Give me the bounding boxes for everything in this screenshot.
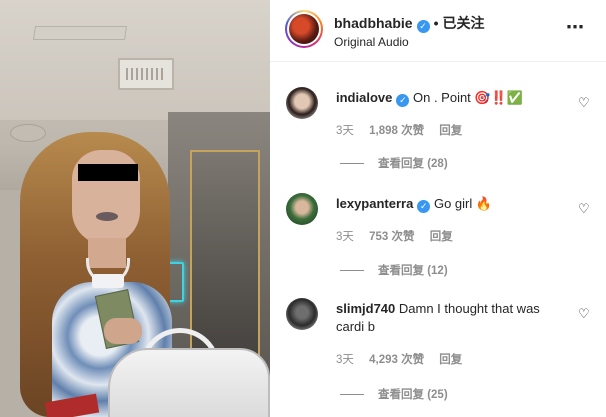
verified-badge-icon: ✓ <box>396 94 410 107</box>
comment-text: indialove ✓ On . Point 🎯‼️✅ <box>336 89 568 107</box>
media-air-vent <box>118 58 174 90</box>
separator-dot: • <box>433 15 439 31</box>
follow-button[interactable]: 已关注 <box>442 15 484 31</box>
reply-button[interactable]: 回复 <box>439 354 462 366</box>
view-replies-label: 查看回复 (12) <box>378 265 448 277</box>
comment-meta: 3天 753 次赞 回复 <box>336 228 465 244</box>
view-replies-button[interactable]: 查看回复 (28) <box>340 155 448 171</box>
comment-avatar[interactable] <box>286 298 318 330</box>
comment-username[interactable]: slimjd740 <box>336 301 395 316</box>
comment-body: Go girl 🔥 <box>433 196 493 211</box>
verified-badge-icon: ✓ <box>416 20 430 33</box>
post-header: bhadbhabie ✓ • 已关注 Original Audio ⋯ <box>270 0 606 62</box>
view-replies-button[interactable]: 查看回复 (12) <box>340 262 448 278</box>
replies-divider-line <box>340 394 364 396</box>
author-avatar-image <box>289 14 319 44</box>
media-pendant <box>92 274 124 288</box>
comment-body: On . Point 🎯‼️✅ <box>412 90 523 105</box>
like-heart-icon[interactable]: ♡ <box>578 202 592 216</box>
comment-likes[interactable]: 4,293 次赞 <box>369 354 424 366</box>
verified-badge-icon: ✓ <box>417 200 431 213</box>
comment-text: slimjd740 Damn I thought that was cardi … <box>336 300 568 336</box>
view-replies-label: 查看回复 (25) <box>378 389 448 401</box>
media-smoke-detector <box>10 124 46 142</box>
media-hand <box>104 318 142 344</box>
audio-label[interactable]: Original Audio <box>334 35 409 49</box>
media-light-fixture <box>33 26 127 40</box>
post-panel: bhadbhabie ✓ • 已关注 Original Audio ⋯ indialo… <box>270 0 606 417</box>
comment-text: lexypanterra ✓ Go girl 🔥 <box>336 195 568 213</box>
comment-likes[interactable]: 1,898 次赞 <box>369 125 424 137</box>
comment-time[interactable]: 3天 <box>336 125 354 137</box>
media-handbag <box>108 348 270 417</box>
comment-username[interactable]: indialove <box>336 90 392 105</box>
view-replies-label: 查看回复 (28) <box>378 158 448 170</box>
post-media[interactable] <box>0 0 270 417</box>
comment-avatar[interactable] <box>286 87 318 119</box>
comment-meta: 3天 1,898 次赞 回复 <box>336 122 474 138</box>
like-heart-icon[interactable]: ♡ <box>578 307 592 321</box>
comment-time[interactable]: 3天 <box>336 231 354 243</box>
replies-divider-line <box>340 163 364 165</box>
author-username[interactable]: bhadbhabie <box>334 15 413 31</box>
author-avatar[interactable] <box>285 10 323 48</box>
comment-username[interactable]: lexypanterra <box>336 196 413 211</box>
comment-avatar[interactable] <box>286 193 318 225</box>
comment-meta: 3天 4,293 次赞 回复 <box>336 351 474 367</box>
media-person-lips <box>96 212 118 221</box>
censor-bar <box>78 164 138 181</box>
like-heart-icon[interactable]: ♡ <box>578 96 592 110</box>
replies-divider-line <box>340 270 364 272</box>
author-line: bhadbhabie ✓ • 已关注 <box>334 13 484 33</box>
reply-button[interactable]: 回复 <box>430 231 453 243</box>
comment-time[interactable]: 3天 <box>336 354 354 366</box>
reply-button[interactable]: 回复 <box>439 125 462 137</box>
more-options-icon[interactable]: ⋯ <box>566 17 585 38</box>
view-replies-button[interactable]: 查看回复 (25) <box>340 386 448 402</box>
comment-likes[interactable]: 753 次赞 <box>369 231 414 243</box>
